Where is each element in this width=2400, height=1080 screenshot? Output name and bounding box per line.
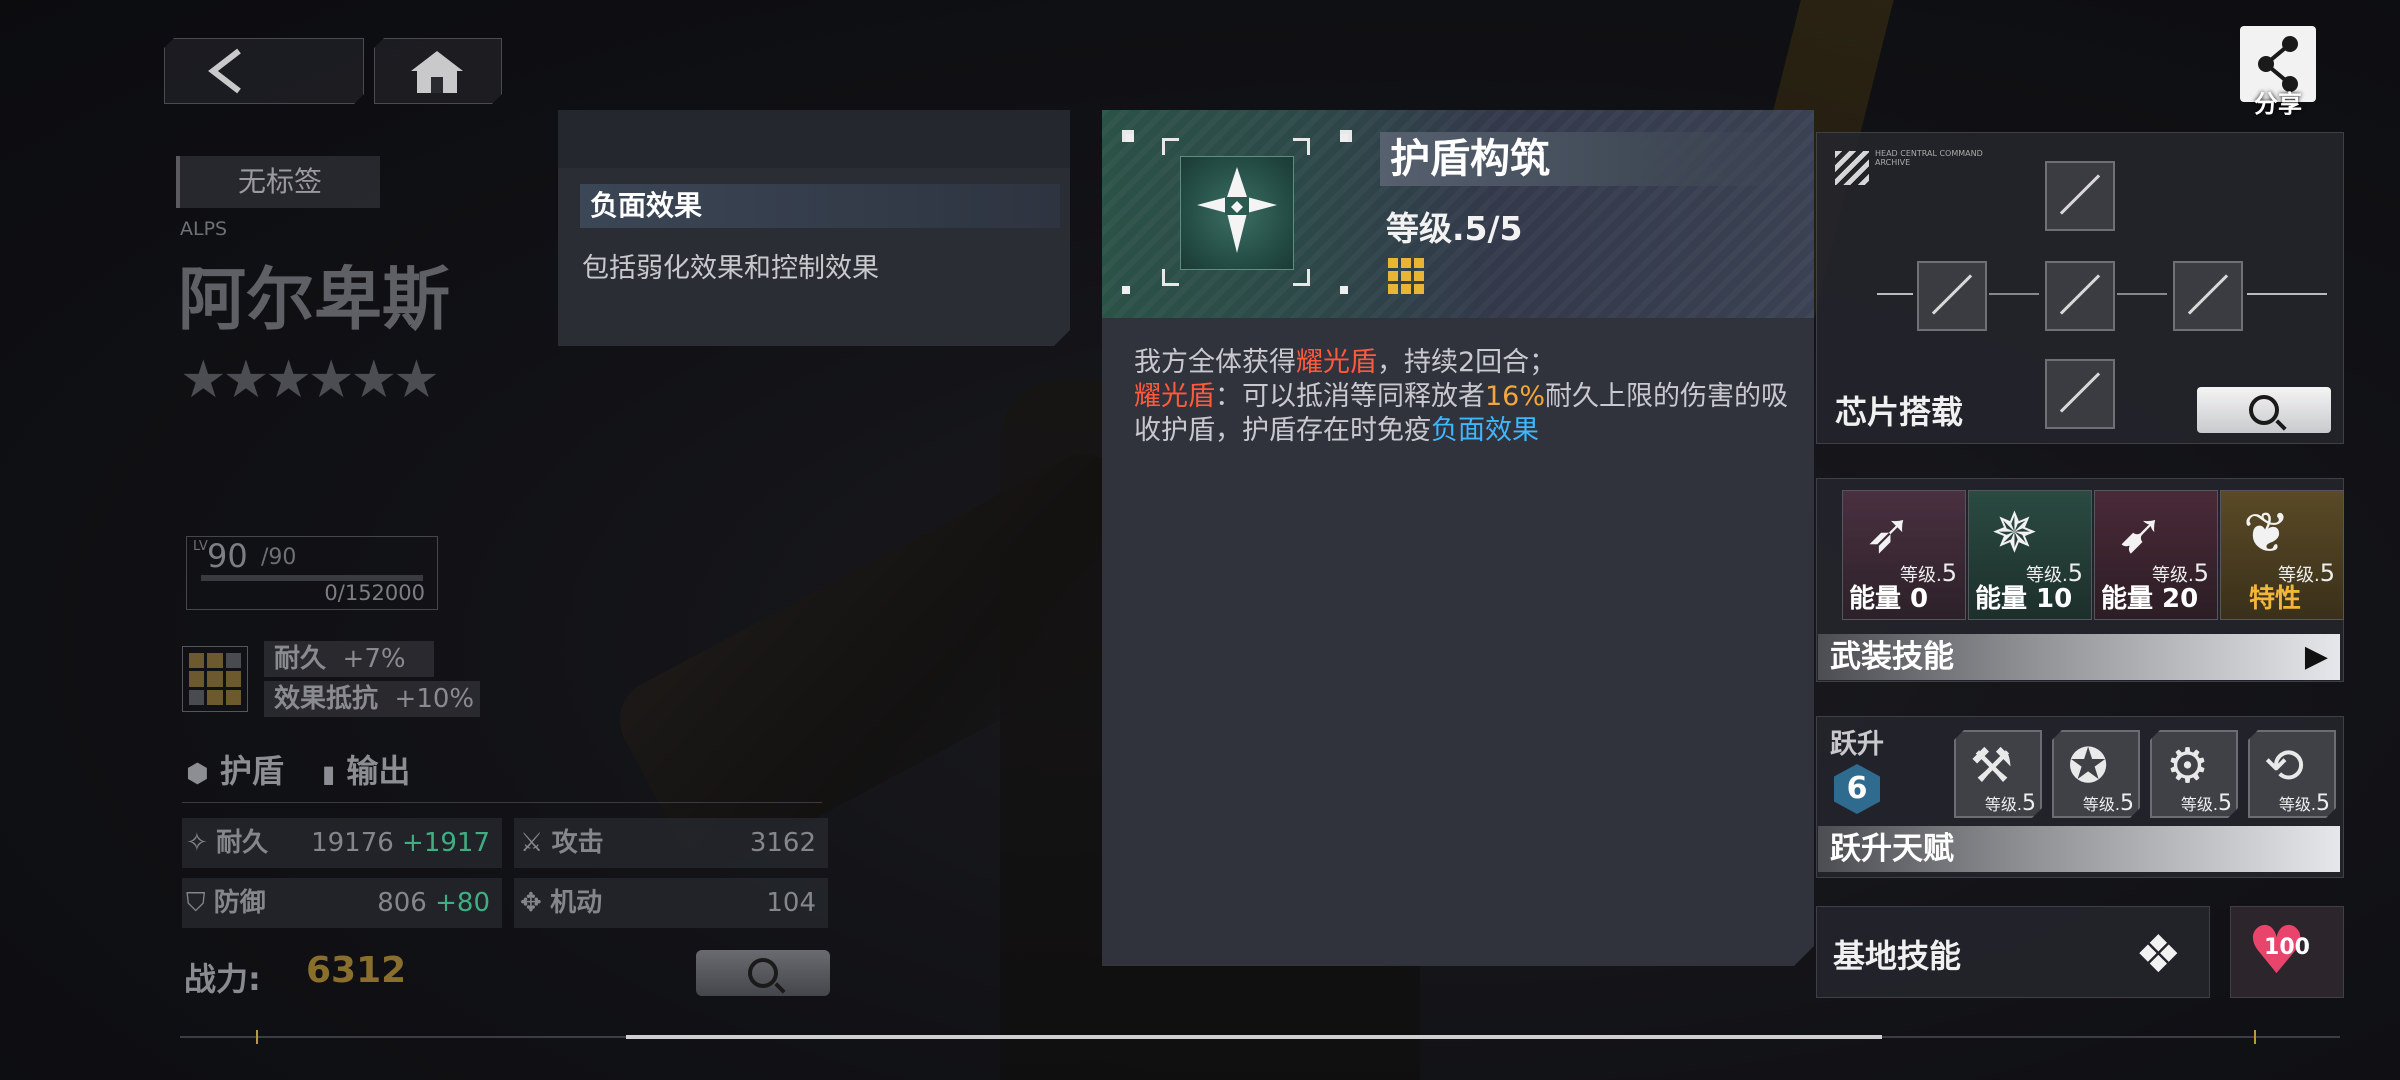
play-arrow-icon: ▶	[2304, 639, 2328, 674]
home-icon	[407, 47, 467, 97]
heart-emblem-icon: ❦	[2243, 501, 2290, 566]
chip-panel: HEAD CENTRAL COMMAND ARCHIVE 芯片搭载	[1816, 132, 2344, 444]
prop-row: 耐久 +7%	[264, 641, 434, 677]
bottom-progress-thumb[interactable]	[626, 1035, 1882, 1039]
level-box: LV 90 /90 0/152000	[186, 536, 438, 610]
home-button[interactable]	[374, 38, 502, 104]
affection-button[interactable]: ♥ 100	[2230, 906, 2344, 998]
mobility-icon: ✥	[520, 888, 542, 918]
chip-title: 芯片搭载	[1835, 393, 1964, 431]
dps-role-icon: ▮	[322, 760, 336, 788]
effect-tooltip: 负面效果 包括弱化效果和控制效果	[558, 110, 1070, 346]
chip-header: HEAD CENTRAL COMMAND ARCHIVE	[1875, 149, 1983, 167]
skill-name: 护盾构筑	[1380, 132, 1810, 186]
weapon-skill-trait[interactable]: ❦ 等级.5 特性	[2220, 490, 2344, 620]
chip-slot[interactable]	[2045, 161, 2115, 231]
transcend-skill-2[interactable]: ✪ 等级.5	[2052, 730, 2140, 818]
stat-mobility: ✥ 机动 104	[514, 878, 828, 928]
hammer-icon: ⚒	[1970, 738, 2014, 794]
skill-detail-card: 护盾构筑 等级.5/5 我方全体获得耀光盾，持续2回合； 耀光盾：可以抵消等同释…	[1102, 110, 1814, 966]
character-name: 阿尔卑斯	[178, 261, 451, 340]
chip-slot[interactable]	[2045, 359, 2115, 429]
attack-icon: ⚔	[520, 828, 544, 858]
prop-row: 效果抵抗 +10%	[264, 681, 480, 717]
role-shield: ⬢ 护盾	[186, 752, 284, 790]
keyword-glare-shield[interactable]: 耀光盾	[1134, 381, 1215, 412]
search-icon	[748, 958, 778, 988]
level-max: /90	[261, 545, 297, 570]
share-label: 分享	[2254, 90, 2302, 118]
keyword-glare-shield[interactable]: 耀光盾	[1296, 347, 1377, 378]
stripe-icon	[1835, 151, 1869, 185]
core-icon: ⚙	[2166, 738, 2210, 794]
skill-level: 等级.5/5	[1386, 209, 1523, 248]
base-skill-title: 基地技能	[1833, 937, 1962, 975]
power-value: 6312	[306, 950, 407, 991]
weapon-skill-3[interactable]: ➹ 等级.5 能量 20	[2094, 490, 2218, 620]
affection-value: 100	[2264, 935, 2310, 960]
star-rating: ★★★★★★	[180, 350, 440, 410]
durability-icon: ✧	[186, 828, 208, 858]
chip-slot[interactable]	[2045, 261, 2115, 331]
shield-build-icon	[1181, 157, 1293, 269]
stats-detail-button[interactable]	[696, 950, 830, 996]
search-icon	[2249, 395, 2279, 425]
chip-search-button[interactable]	[2197, 387, 2331, 433]
tooltip-title: 负面效果	[580, 184, 1060, 228]
wing-emblem-icon: ✪	[2068, 738, 2109, 794]
chip-slot[interactable]	[1917, 261, 1987, 331]
grid-bonus-icon	[182, 646, 248, 712]
stat-defense: ⛉ 防御 806 +80	[182, 878, 502, 928]
share-button[interactable]: 分享	[2240, 26, 2316, 118]
skill-description: 我方全体获得耀光盾，持续2回合； 耀光盾：可以抵消等同释放者16%耐久上限的伤害…	[1134, 347, 1789, 446]
spear-icon: ➶	[1865, 501, 1912, 566]
back-arrow-icon	[195, 41, 255, 101]
weapon-skill-2[interactable]: ✵ 等级.5 能量 10	[1968, 490, 2092, 620]
base-skill-panel[interactable]: 基地技能 ❖	[1816, 906, 2210, 998]
tooltip-desc: 包括弱化效果和控制效果	[582, 253, 879, 284]
transcend-skill-4[interactable]: ⟲ 等级.5	[2248, 730, 2336, 818]
shield-build-icon: ✵	[1991, 501, 2038, 566]
power-label: 战力:	[184, 960, 261, 998]
keyword-negative-effect[interactable]: 负面效果	[1431, 415, 1539, 446]
shield-role-icon: ⬢	[186, 759, 209, 789]
transcend-label: 跃升	[1830, 729, 1884, 760]
back-button[interactable]	[164, 38, 364, 104]
cycle-icon: ⟲	[2264, 738, 2305, 794]
skill-icon-frame	[1162, 138, 1310, 286]
exp-value: 0/152000	[324, 581, 425, 605]
defense-icon: ⛉	[186, 888, 206, 918]
base-emblem-icon: ❖	[2135, 925, 2182, 985]
transcend-talent-button[interactable]: 跃升天赋	[1818, 826, 2340, 872]
stat-durability: ✧ 耐久 19176 +1917	[182, 818, 502, 868]
stat-attack: ⚔ 攻击 3162	[514, 818, 828, 868]
character-code: ALPS	[180, 218, 228, 240]
weapon-skill-1[interactable]: ➶ 等级.5 能量 0	[1842, 490, 1966, 620]
transcend-skill-1[interactable]: ⚒ 等级.5	[1954, 730, 2042, 818]
tag-label[interactable]: 无标签	[176, 156, 380, 208]
transcend-skill-3[interactable]: ⚙ 等级.5	[2150, 730, 2238, 818]
range-grid-icon	[1388, 258, 1424, 294]
level-value: 90	[207, 537, 248, 575]
role-dps: ▮ 输出	[322, 752, 411, 790]
weapon-skill-button[interactable]: 武装技能 ▶	[1818, 634, 2340, 680]
missile-icon: ➹	[2117, 501, 2164, 566]
chip-slot[interactable]	[2173, 261, 2243, 331]
